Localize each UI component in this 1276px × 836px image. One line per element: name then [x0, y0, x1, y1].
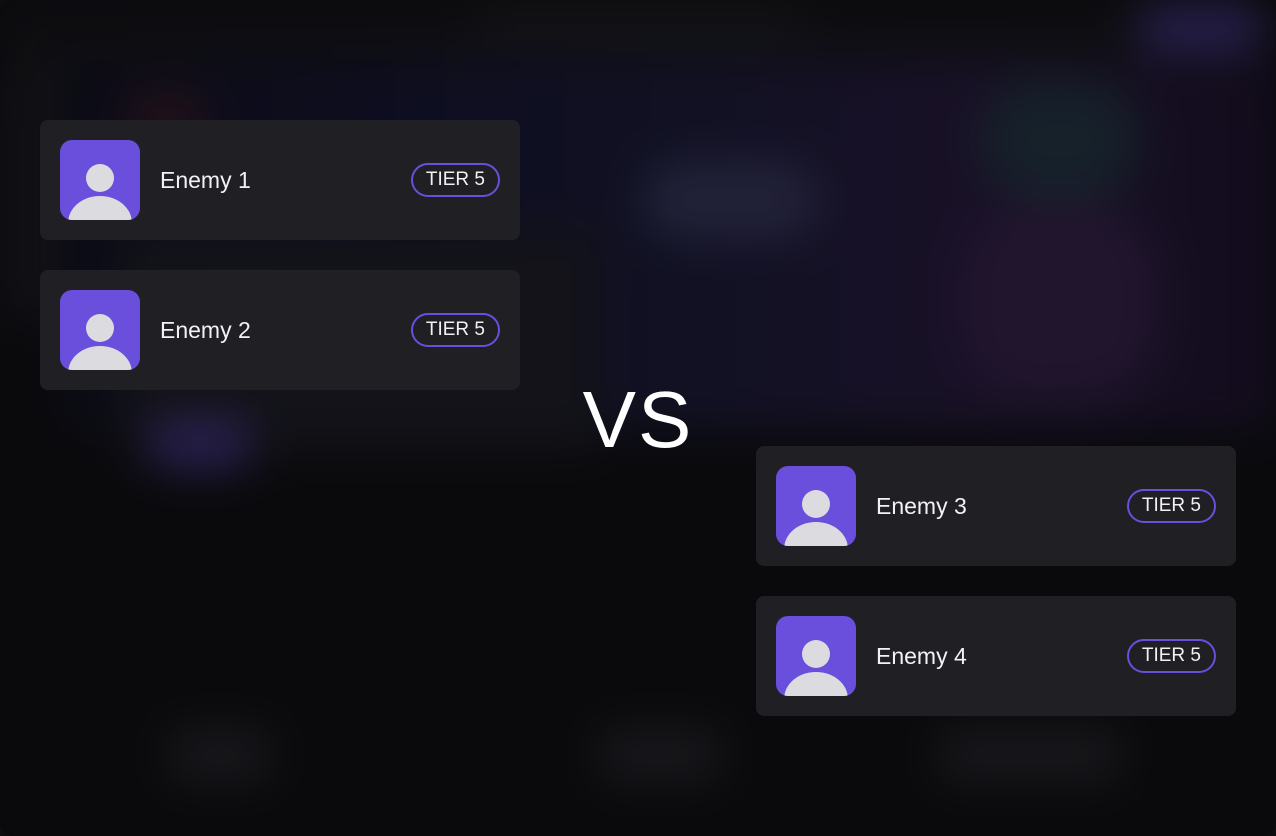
- player-card-enemy-3[interactable]: Enemy 3 TIER 5: [756, 446, 1236, 566]
- versus-label: VS: [582, 375, 694, 464]
- user-icon: [776, 616, 856, 696]
- user-icon: [60, 140, 140, 220]
- player-card-enemy-2[interactable]: Enemy 2 TIER 5: [40, 270, 520, 390]
- tier-badge: TIER 5: [410, 313, 500, 347]
- player-name: Enemy 4: [876, 642, 967, 669]
- player-name: Enemy 2: [160, 316, 251, 343]
- matchup-screen: Enemy 1 TIER 5 Enemy 2 TIER 5 VS Enemy 3…: [0, 0, 1276, 836]
- user-icon: [60, 290, 140, 370]
- player-name: Enemy 3: [876, 492, 967, 519]
- tier-badge: TIER 5: [1126, 489, 1216, 523]
- user-icon: [776, 466, 856, 546]
- player-card-enemy-4[interactable]: Enemy 4 TIER 5: [756, 596, 1236, 716]
- tier-badge: TIER 5: [410, 163, 500, 197]
- player-name: Enemy 1: [160, 166, 251, 193]
- tier-badge: TIER 5: [1126, 639, 1216, 673]
- player-card-enemy-1[interactable]: Enemy 1 TIER 5: [40, 120, 520, 240]
